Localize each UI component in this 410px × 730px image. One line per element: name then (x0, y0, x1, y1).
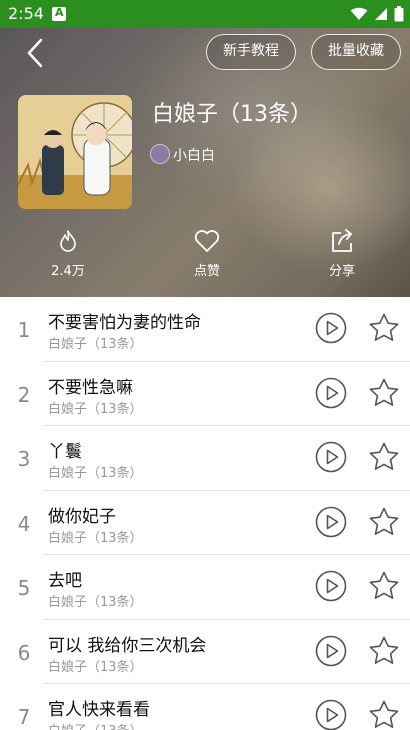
heart-icon (194, 230, 220, 252)
track-row[interactable]: 6 可以 我给你三次机会 白娘子（13条） (0, 620, 410, 684)
track-number: 2 (17, 382, 31, 407)
track-name: 不要害怕为妻的性命 (48, 313, 201, 333)
track-name: 做你妃子 (48, 506, 116, 527)
status-bar: 2:54 (0, 0, 410, 28)
track-subtitle: 白娘子（13条） (48, 466, 143, 481)
playlist-cover (18, 95, 132, 209)
track-row[interactable]: 2 不要性急嘛 白娘子（13条） (0, 362, 410, 426)
like-button[interactable]: 点赞 (167, 228, 247, 279)
app-notification-icon (52, 6, 66, 21)
like-label: 点赞 (193, 264, 220, 279)
wifi-icon (350, 7, 368, 20)
track-number: 3 (17, 447, 31, 471)
play-icon[interactable] (315, 377, 347, 409)
back-icon[interactable] (22, 38, 52, 68)
star-icon[interactable] (368, 635, 400, 667)
hot-count: 2.4万 (28, 228, 108, 279)
track-number: 5 (17, 576, 31, 600)
play-icon[interactable] (315, 312, 347, 344)
track-row[interactable]: 5 去吧 白娘子（13条） (0, 555, 410, 620)
play-icon[interactable] (315, 506, 347, 538)
track-subtitle: 白娘子（13条） (48, 659, 143, 675)
track-name: 不要性急嘛 (48, 377, 133, 398)
track-subtitle: 白娘子（13条） (48, 530, 143, 546)
play-icon[interactable] (315, 635, 347, 667)
system-icons (350, 5, 404, 23)
author-avatar[interactable] (150, 144, 170, 164)
track-row[interactable]: 4 做你妃子 白娘子（13条） (0, 491, 410, 555)
track-name: 可以 我给你三次机会 (48, 635, 207, 656)
track-subtitle: 白娘子（13条） (48, 337, 143, 352)
track-subtitle: 白娘子（13条） (48, 401, 143, 417)
star-icon[interactable] (368, 699, 400, 730)
track-number: 1 (17, 318, 31, 342)
star-icon[interactable] (368, 377, 400, 409)
share-label: 分享 (328, 264, 355, 279)
track-number: 7 (17, 705, 31, 729)
track-row[interactable]: 7 官人快来看看 白娘子（13条） (0, 684, 410, 730)
playlist-title: 白娘子（13条） (152, 102, 312, 127)
track-name: 去吧 (48, 571, 82, 591)
hot-count-label: 2.4万 (51, 264, 85, 279)
tutorial-button[interactable]: 新手教程 (206, 34, 296, 70)
track-row[interactable]: 3 丫鬟 白娘子（13条） (0, 426, 410, 491)
track-number: 6 (17, 640, 31, 665)
star-icon[interactable] (368, 506, 400, 538)
track-name: 官人快来看看 (48, 700, 150, 720)
track-subtitle: 白娘子（13条） (48, 720, 143, 730)
star-icon[interactable] (368, 441, 400, 473)
signal-icon (375, 8, 387, 20)
author-name[interactable]: 小白白 (173, 145, 215, 165)
track-subtitle: 白娘子（13条） (48, 595, 143, 610)
star-icon[interactable] (368, 312, 400, 344)
battery-icon (394, 6, 404, 22)
share-icon (332, 229, 352, 252)
play-icon[interactable] (315, 441, 347, 473)
track-name: 丫鬟 (48, 442, 82, 462)
batch-favorite-button[interactable]: 批量收藏 (311, 34, 401, 70)
share-button[interactable]: 分享 (302, 228, 382, 279)
track-list: 1 不要害怕为妻的性命 白娘子（13条） 2 不要性急嘛 白娘子（13条） 3 … (0, 297, 410, 730)
cover-illustration (18, 95, 132, 209)
play-icon[interactable] (315, 570, 347, 602)
status-time: 2:54 (8, 4, 44, 23)
star-icon[interactable] (368, 570, 400, 602)
playlist-header: 新手教程 批量收藏 白娘子（13条） 小白白 2.4万 点赞 分享 (0, 28, 410, 297)
flame-icon (60, 230, 76, 252)
track-number: 4 (17, 511, 31, 536)
track-row[interactable]: 1 不要害怕为妻的性命 白娘子（13条） (0, 297, 410, 362)
play-icon[interactable] (315, 699, 347, 730)
